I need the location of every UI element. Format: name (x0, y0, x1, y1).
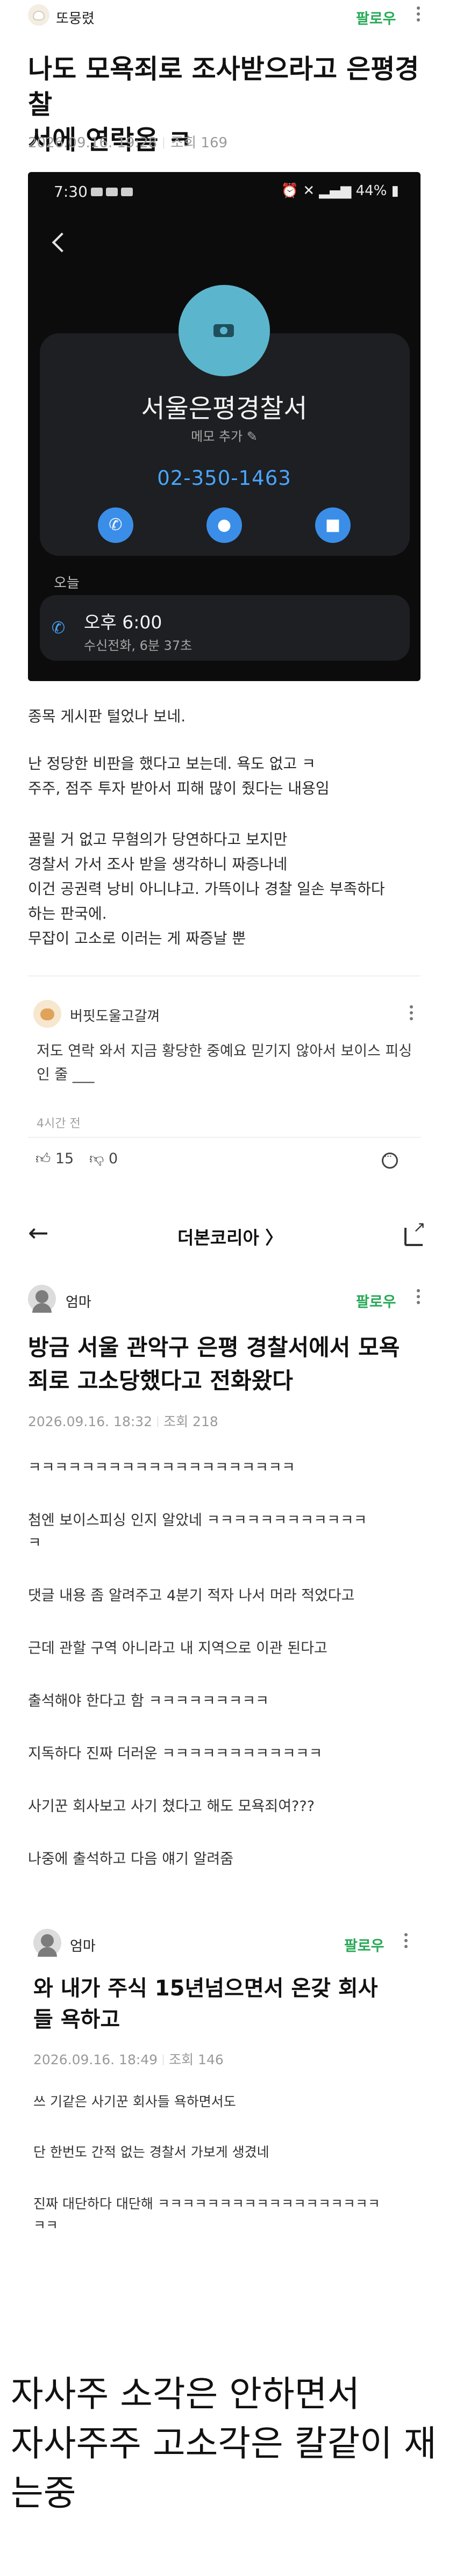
caption-line: 자사주 소각은 안하면서 (11, 2373, 360, 2415)
sub-post-title: 방금 서울 관악구 은평 경찰서에서 모욕 죄로 고소당했다고 전화왔다 (28, 1331, 400, 1398)
phone-icon: ✆ (109, 516, 123, 534)
body-line: 하는 판국에. (28, 905, 107, 922)
comment-line: 저도 연락 와서 지금 황당한 중예요 믿기지 않아서 보이스 피싱 (37, 1043, 412, 1060)
status-battery: ⏰ ✕ ▂▄▆ 44% ▮ (281, 183, 399, 199)
sub-post-line: ㅋㅋㅋㅋㅋㅋㅋㅋㅋㅋㅋㅋㅋㅋㅋㅋㅋㅋㅋㅋ (28, 1459, 295, 1476)
video-button[interactable]: ■ (315, 507, 351, 543)
post-views: 조회 169 (170, 135, 228, 151)
sub-post-meta: 2026.09.16. 18:32 조회 218 (28, 1411, 218, 1430)
back-chevron-icon[interactable] (52, 232, 72, 253)
memo-add[interactable]: 메모 추가 ✎ (28, 426, 421, 445)
post-title-line: 나도 모욕죄로 조사받으라고 은평경찰 (28, 54, 419, 120)
follow-button[interactable]: 팔로우 (356, 7, 396, 28)
follow-button[interactable]: 팔로우 (356, 1290, 396, 1311)
sub-post-line: ㅋㅋ (33, 2217, 59, 2233)
sub-post-line: 단 한번도 간적 없는 경찰서 가보게 생겼네 (33, 2144, 269, 2160)
author-name[interactable]: 엄마 (66, 1291, 91, 1311)
sub-post-line: ㅋ (28, 1535, 41, 1551)
author-avatar[interactable] (28, 1285, 56, 1313)
contact-avatar (179, 285, 270, 376)
sub-post-views: 조회 218 (163, 1414, 218, 1429)
notification-icon (120, 188, 133, 196)
body-line: 무잡이 고소로 이러는 게 짜증날 뿐 (28, 929, 246, 947)
call-info: 수신전화, 6분 37초 (84, 638, 193, 653)
sub-post-title-line: 들 욕하고 (33, 2007, 120, 2032)
sub-post-line: 근데 관할 구역 아니라고 내 지역으로 이관 된다고 (28, 1640, 327, 1657)
dislike-button[interactable]: 👎︎ 0 (89, 1150, 118, 1168)
sub-post-meta: 2026.09.16. 18:49 조회 146 (33, 2049, 224, 2069)
more-icon[interactable] (382, 1151, 398, 1169)
back-arrow-icon[interactable]: ← (28, 1218, 49, 1247)
notification-icon (90, 188, 103, 196)
sub-post-line: 사기꾼 회사보고 사기 쳤다고 해도 모욕죄여??? (28, 1798, 315, 1815)
sub-post-line: 나중에 출석하고 다음 얘기 알려줌 (28, 1851, 234, 1867)
comment-time: 4시간 전 (37, 1117, 81, 1130)
call-button[interactable]: ✆ (98, 507, 133, 543)
sub-post-line: 진짜 대단하다 대단해 ㅋㅋㅋㅋㅋㅋㅋㅋㅋㅋㅋㅋㅋㅋㅋㅋㅋㅋ (33, 2196, 380, 2212)
contact-name: 서울은평경찰서 (141, 393, 308, 424)
share-arrow: ↗ (413, 1218, 426, 1236)
comment-line: 인 줄 ___ (37, 1067, 95, 1083)
body-line: 꿀릴 거 없고 무혐의가 당연하다고 보지만 (28, 831, 288, 848)
body-line: 종목 게시판 털었나 보네. (28, 707, 186, 725)
notification-icon (105, 188, 118, 196)
call-log-screenshot: 7:30 ⏰ ✕ ▂▄▆ 44% ▮ 서울은평경찰서 메모 추가 ✎ 02-35… (28, 172, 421, 681)
body-line: 이건 공권력 낭비 아니냐고. 가뜩이나 경찰 일손 부족하다 (28, 880, 385, 898)
camera-icon (213, 324, 234, 337)
caption-line: 자사주주 고소각은 칼같이 재 (11, 2423, 437, 2464)
sub-post-title-line: 와 내가 주식 15년넘으면서 온갖 회사 (33, 1976, 378, 2001)
sub-post-line: 쓰 기같은 사기꾼 회사들 욕하면서도 (33, 2094, 236, 2109)
call-log-item[interactable]: ✆ 오후 6:00 수신전화, 6분 37초 (40, 595, 410, 661)
call-time: 오후 6:00 (84, 612, 162, 633)
today-label: 오늘 (54, 575, 80, 591)
like-icon: 👍︎ (35, 1150, 51, 1167)
avatar-face-icon (33, 11, 45, 20)
like-button[interactable]: 👍︎ 15 (35, 1150, 74, 1168)
author-avatar[interactable] (28, 4, 49, 26)
status-time: 7:30 (54, 183, 133, 201)
kebab-icon[interactable] (417, 1289, 421, 1307)
kebab-icon[interactable] (417, 6, 421, 24)
message-button[interactable]: ● (206, 507, 242, 543)
incoming-call-icon: ✆ (52, 619, 66, 638)
author-avatar[interactable] (33, 1929, 61, 1957)
phone-number[interactable]: 02-350-1463 (28, 467, 421, 490)
dislike-icon: 👎︎ (89, 1150, 104, 1167)
sub-post-line: 댓글 내용 좀 알려주고 4분기 적자 나서 머라 적었다고 (28, 1587, 355, 1604)
body-line: 난 정당한 비판을 했다고 보는데. 욕도 없고 ㅋ (28, 755, 316, 772)
video-icon: ■ (325, 516, 341, 534)
sub-post-title-line: 죄로 고소당했다고 전화왔다 (28, 1368, 293, 1394)
author-bar: 또뭉렸 팔로우 (0, 0, 449, 30)
post-meta: 2026.09.16. 19:28 조회 169 (28, 132, 227, 152)
post-date: 2026.09.16. 19:28 (28, 135, 158, 151)
sub-post-date: 2026.09.16. 18:49 (33, 2052, 158, 2067)
commenter-name[interactable]: 버핏도울고갈껴 (70, 1005, 160, 1025)
author-name[interactable]: 엄마 (70, 1935, 96, 1955)
kebab-icon[interactable] (404, 1933, 409, 1951)
sub-post-line: 지독하다 진짜 더러운 ㅋㅋㅋㅋㅋㅋㅋㅋㅋㅋㅋㅋ (28, 1745, 323, 1762)
caption: 자사주 소각은 안하면서 자사주주 고소각은 칼같이 재 는중 (11, 2370, 441, 2518)
author-name[interactable]: 또뭉렸 (56, 8, 95, 27)
board-title[interactable]: 더본코리아 〉 (177, 1223, 283, 1249)
sub-post-views: 조회 146 (169, 2052, 224, 2067)
sub-post-line: 첨엔 보이스피싱 인지 알았네 ㅋㅋㅋㅋㅋㅋㅋㅋㅋㅋㅋㅋ (28, 1512, 367, 1529)
body-line: 경찰서 가서 조사 받을 생각하니 짜증나네 (28, 855, 288, 873)
kebab-icon[interactable] (410, 1005, 414, 1023)
follow-button[interactable]: 팔로우 (344, 1934, 384, 1955)
sub-post-date: 2026.09.16. 18:32 (28, 1414, 153, 1429)
body-line: 주주, 점주 투자 받아서 피해 많이 줬다는 내용임 (28, 779, 330, 797)
sub-post-title-line: 방금 서울 관악구 은평 경찰서에서 모욕 (28, 1334, 400, 1361)
commenter-avatar[interactable] (33, 1000, 61, 1028)
sub-post-line: 출석해야 한다고 함 ㅋㅋㅋㅋㅋㅋㅋㅋㅋ (28, 1693, 269, 1709)
message-icon: ● (217, 516, 232, 534)
caption-line: 는중 (11, 2472, 76, 2514)
sub-post-title: 와 내가 주식 15년넘으면서 온갖 회사 들 욕하고 (33, 1973, 378, 2035)
